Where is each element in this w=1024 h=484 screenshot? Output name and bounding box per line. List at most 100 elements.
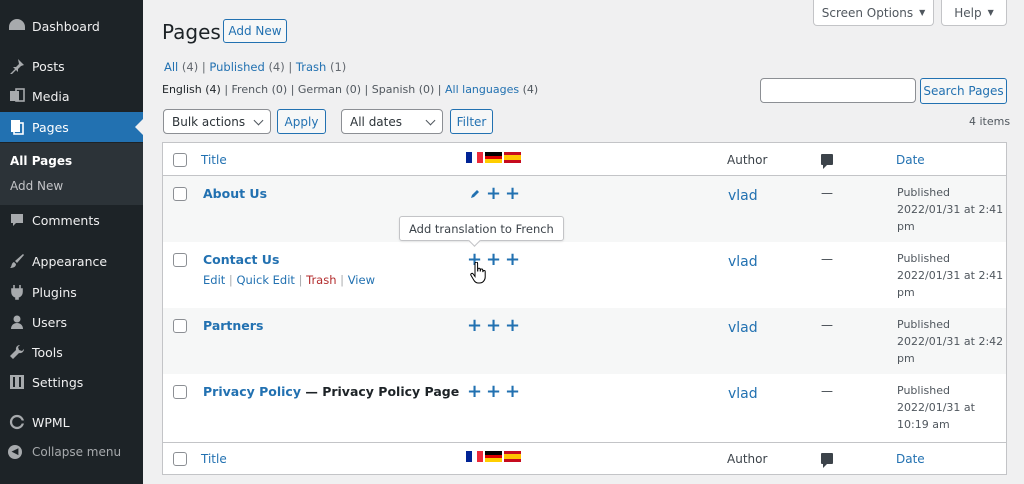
view-link[interactable]: View (348, 273, 375, 287)
select-all-checkbox[interactable] (173, 452, 187, 466)
translation-controls: + + (468, 185, 520, 203)
add-translation-icon[interactable]: + (467, 383, 482, 401)
date-value: 2022/01/31 at 2:41 (897, 269, 1004, 282)
sidebar-item-plugins[interactable]: Plugins (0, 277, 143, 307)
table-header: Title Author Date (163, 143, 1006, 176)
sidebar-item-pages[interactable]: Pages (0, 112, 143, 142)
sidebar-item-users[interactable]: Users (0, 307, 143, 337)
sidebar-item-comments[interactable]: Comments (0, 205, 143, 235)
count: (4) (522, 83, 539, 96)
search-pages-button[interactable]: Search Pages (920, 78, 1007, 104)
status-filters: All (4) | Published (4) | Trash (1) (164, 60, 347, 74)
screen-options-label: Screen Options (821, 5, 914, 20)
lang-label: Spanish (371, 83, 416, 96)
sidebar-item-dashboard[interactable]: Dashboard (0, 11, 143, 41)
search-input[interactable] (760, 78, 916, 103)
translation-tooltip: Add translation to French (399, 216, 564, 241)
author-link[interactable]: vlad (728, 254, 758, 270)
filter-trash[interactable]: Trash (296, 60, 326, 74)
add-translation-icon[interactable]: + (505, 383, 520, 401)
pin-icon (8, 57, 26, 75)
submenu-add-new[interactable]: Add New (10, 179, 63, 193)
column-date[interactable]: Date (896, 452, 925, 466)
pages-table: Title Author Date About Us + + vlad — Pu… (162, 142, 1007, 475)
trash-link[interactable]: Trash (306, 273, 336, 287)
chevron-down-icon (253, 115, 264, 126)
table-row: Partners + + + vlad — Published 2022/01/… (163, 308, 1006, 374)
date-status: Published (897, 186, 950, 199)
help-label: Help (954, 5, 982, 20)
help-button[interactable]: Help ▼ (941, 0, 1007, 26)
collapse-menu-button[interactable]: ◀ Collapse menu (8, 445, 121, 459)
row-checkbox[interactable] (173, 253, 187, 267)
page-title-link[interactable]: About Us (203, 186, 267, 201)
screen-options-button[interactable]: Screen Options ▼ (813, 0, 934, 26)
quick-edit-link[interactable]: Quick Edit (236, 273, 294, 287)
submenu-all-pages[interactable]: All Pages (10, 154, 72, 168)
column-title[interactable]: Title (201, 452, 227, 466)
add-translation-icon[interactable]: + (486, 185, 501, 203)
page-title-link[interactable]: Contact Us (203, 252, 279, 267)
filter-all[interactable]: All (164, 60, 178, 74)
sidebar-item-label: WPML (32, 414, 70, 430)
sidebar-item-media[interactable]: Media (0, 81, 143, 111)
column-date[interactable]: Date (896, 153, 925, 167)
lang-spanish[interactable]: Spanish (0) (372, 83, 435, 96)
apply-button[interactable]: Apply (277, 109, 326, 134)
sidebar-item-label: Appearance (32, 253, 108, 269)
count: (1) (329, 60, 347, 74)
sidebar-item-tools[interactable]: Tools (0, 337, 143, 367)
collapse-menu-label: Collapse menu (32, 445, 122, 459)
author-link[interactable]: vlad (728, 386, 758, 402)
date-value: 2022/01/31 at 2:41 (897, 203, 1004, 216)
author-link[interactable]: vlad (728, 320, 758, 336)
date-value: pm (897, 220, 915, 233)
add-translation-icon[interactable]: + (486, 383, 501, 401)
author-link[interactable]: vlad (728, 188, 758, 204)
flag-spain-icon (504, 451, 521, 462)
comment-bubble-icon[interactable] (821, 453, 833, 468)
add-new-button[interactable]: Add New (223, 19, 287, 43)
comment-icon (8, 211, 26, 229)
wrench-icon (8, 343, 26, 361)
lang-german[interactable]: German (0) (298, 83, 361, 96)
column-title[interactable]: Title (201, 153, 227, 167)
lang-french[interactable]: French (0) (232, 83, 288, 96)
sidebar-item-appearance[interactable]: Appearance (0, 246, 143, 276)
add-translation-icon[interactable]: + (505, 251, 520, 269)
row-checkbox[interactable] (173, 319, 187, 333)
plugin-icon (8, 283, 26, 301)
media-icon (8, 87, 26, 105)
lang-english[interactable]: English (4) (162, 83, 221, 96)
bulk-actions-value: Bulk actions (172, 114, 246, 129)
count: (0) (418, 83, 435, 96)
filter-button[interactable]: Filter (450, 109, 493, 134)
filter-published[interactable]: Published (209, 60, 264, 74)
row-checkbox[interactable] (173, 187, 187, 201)
add-translation-icon[interactable]: + (467, 317, 482, 335)
pages-icon (8, 118, 26, 136)
edit-pencil-icon[interactable] (468, 187, 481, 200)
sidebar-item-settings[interactable]: Settings (0, 367, 143, 397)
count: (4) (181, 60, 199, 74)
count: (0) (271, 83, 288, 96)
row-checkbox[interactable] (173, 385, 187, 399)
sidebar-item-posts[interactable]: Posts (0, 51, 143, 81)
translation-controls: + + + (467, 383, 520, 401)
page-title-link[interactable]: Partners (203, 318, 263, 333)
lang-all[interactable]: All languages (4) (445, 83, 538, 96)
row-actions: Edit | Quick Edit | Trash | View (203, 273, 375, 287)
add-translation-icon[interactable]: + (505, 317, 520, 335)
add-translation-icon[interactable]: + (486, 251, 501, 269)
chevron-down-icon (425, 115, 436, 126)
pages-submenu: All Pages Add New (0, 143, 143, 205)
add-translation-icon[interactable]: + (505, 185, 520, 203)
bulk-actions-select[interactable]: Bulk actions (163, 109, 271, 134)
comment-bubble-icon[interactable] (821, 154, 833, 169)
dates-select[interactable]: All dates (341, 109, 443, 134)
edit-link[interactable]: Edit (203, 273, 225, 287)
select-all-checkbox[interactable] (173, 153, 187, 167)
sidebar-item-wpml[interactable]: WPML (0, 407, 143, 437)
add-translation-icon[interactable]: + (486, 317, 501, 335)
page-title-link[interactable]: Privacy Policy (203, 384, 301, 399)
